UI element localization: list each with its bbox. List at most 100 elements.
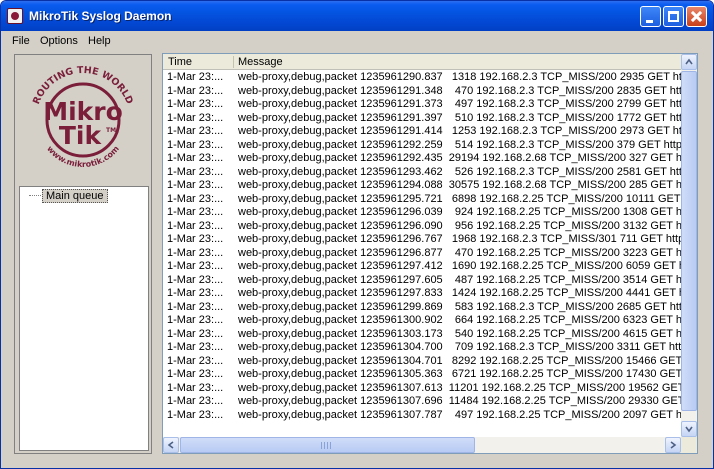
row-time: 1-Mar 23:... bbox=[167, 327, 224, 340]
table-row[interactable]: 1-Mar 23:... web-proxy,debug,packet 12359… bbox=[163, 179, 681, 193]
app-window: MikroTik Syslog Daemon File Options Help… bbox=[0, 0, 714, 469]
row-message: web-proxy,debug,packet 1235961299.869 58… bbox=[238, 300, 681, 313]
column-header-time[interactable]: Time bbox=[168, 56, 192, 68]
chevron-down-icon bbox=[685, 426, 693, 433]
table-row[interactable]: 1-Mar 23:... web-proxy,debug,packet 12359… bbox=[163, 301, 681, 315]
row-time: 1-Mar 23:... bbox=[167, 192, 224, 205]
menu-bar: File Options Help bbox=[1, 31, 713, 51]
table-row[interactable]: 1-Mar 23:... web-proxy,debug,packet 12359… bbox=[163, 166, 681, 180]
row-time: 1-Mar 23:... bbox=[167, 260, 224, 272]
scroll-up-button[interactable] bbox=[681, 54, 697, 70]
row-time: 1-Mar 23:... bbox=[167, 354, 224, 367]
table-row[interactable]: 1-Mar 23:... web-proxy,debug,packet 12359… bbox=[163, 71, 681, 85]
row-message: web-proxy,debug,packet 1235961307.787 49… bbox=[238, 408, 681, 421]
table-row[interactable]: 1-Mar 23:... web-proxy,debug,packet 12359… bbox=[163, 152, 681, 166]
table-row[interactable]: 1-Mar 23:... web-proxy,debug,packet 12359… bbox=[163, 382, 681, 396]
row-time: 1-Mar 23:... bbox=[167, 111, 224, 124]
scroll-right-button[interactable] bbox=[665, 437, 681, 453]
row-time: 1-Mar 23:... bbox=[167, 287, 224, 299]
table-row[interactable]: 1-Mar 23:... web-proxy,debug,packet 12359… bbox=[163, 274, 681, 288]
row-time: 1-Mar 23:... bbox=[167, 300, 224, 313]
row-message: web-proxy,debug,packet 1235961304.701 82… bbox=[238, 354, 681, 367]
row-time: 1-Mar 23:... bbox=[167, 219, 224, 232]
app-icon[interactable] bbox=[7, 8, 23, 24]
title-bar[interactable]: MikroTik Syslog Daemon bbox=[1, 1, 713, 31]
table-row[interactable]: 1-Mar 23:... web-proxy,debug,packet 12359… bbox=[163, 220, 681, 234]
table-row[interactable]: 1-Mar 23:... web-proxy,debug,packet 12359… bbox=[163, 193, 681, 207]
row-message: web-proxy,debug,packet 1235961305.363 67… bbox=[238, 368, 681, 380]
table-row[interactable]: 1-Mar 23:... web-proxy,debug,packet 12359… bbox=[163, 355, 681, 369]
close-button[interactable] bbox=[686, 6, 707, 27]
menu-options[interactable]: Options bbox=[40, 35, 78, 47]
row-message: web-proxy,debug,packet 1235961307.613 11… bbox=[238, 381, 681, 394]
row-time: 1-Mar 23:... bbox=[167, 179, 224, 191]
vertical-scroll-thumb[interactable] bbox=[681, 71, 697, 411]
table-row[interactable]: 1-Mar 23:... web-proxy,debug,packet 12359… bbox=[163, 328, 681, 342]
menu-file[interactable]: File bbox=[12, 35, 30, 47]
minimize-icon bbox=[646, 20, 653, 23]
queue-tree[interactable]: Main queue bbox=[19, 186, 149, 451]
row-time: 1-Mar 23:... bbox=[167, 368, 224, 380]
table-row[interactable]: 1-Mar 23:... web-proxy,debug,packet 12359… bbox=[163, 85, 681, 99]
row-time: 1-Mar 23:... bbox=[167, 408, 224, 421]
table-row[interactable]: 1-Mar 23:... web-proxy,debug,packet 12359… bbox=[163, 98, 681, 112]
mikrotik-logo: ROUTING THE WORLD www.mikrotik.com Mikro… bbox=[16, 56, 150, 184]
row-time: 1-Mar 23:... bbox=[167, 71, 224, 83]
table-row[interactable]: 1-Mar 23:... web-proxy,debug,packet 12359… bbox=[163, 233, 681, 247]
row-time: 1-Mar 23:... bbox=[167, 381, 224, 394]
row-message: web-proxy,debug,packet 1235961300.902 66… bbox=[238, 314, 681, 326]
table-row[interactable]: 1-Mar 23:... web-proxy,debug,packet 12359… bbox=[163, 395, 681, 409]
row-message: web-proxy,debug,packet 1235961296.767 19… bbox=[238, 233, 681, 245]
tree-item-main-queue[interactable]: Main queue bbox=[42, 189, 108, 203]
row-time: 1-Mar 23:... bbox=[167, 206, 224, 218]
row-time: 1-Mar 23:... bbox=[167, 125, 224, 137]
grip-icon bbox=[321, 442, 331, 449]
maximize-button[interactable] bbox=[663, 6, 684, 27]
row-time: 1-Mar 23:... bbox=[167, 273, 224, 286]
row-message: web-proxy,debug,packet 1235961304.700 70… bbox=[238, 341, 681, 353]
table-row[interactable]: 1-Mar 23:... web-proxy,debug,packet 12359… bbox=[163, 125, 681, 139]
logo-tm: TM bbox=[106, 127, 116, 134]
horizontal-scrollbar[interactable] bbox=[163, 437, 681, 453]
row-message: web-proxy,debug,packet 1235961292.259 51… bbox=[238, 138, 681, 151]
row-message: web-proxy,debug,packet 1235961291.397 51… bbox=[238, 111, 681, 124]
table-row[interactable]: 1-Mar 23:... web-proxy,debug,packet 12359… bbox=[163, 247, 681, 261]
close-icon bbox=[687, 7, 706, 26]
left-pane: ROUTING THE WORLD www.mikrotik.com Mikro… bbox=[14, 54, 152, 454]
row-message: web-proxy,debug,packet 1235961296.877 47… bbox=[238, 246, 681, 259]
table-row[interactable]: 1-Mar 23:... web-proxy,debug,packet 12359… bbox=[163, 260, 681, 274]
row-time: 1-Mar 23:... bbox=[167, 395, 224, 407]
row-message: web-proxy,debug,packet 1235961297.605 48… bbox=[238, 273, 681, 286]
table-row[interactable]: 1-Mar 23:... web-proxy,debug,packet 12359… bbox=[163, 206, 681, 220]
row-time: 1-Mar 23:... bbox=[167, 341, 224, 353]
menu-help[interactable]: Help bbox=[88, 35, 111, 47]
row-time: 1-Mar 23:... bbox=[167, 152, 224, 164]
log-list[interactable]: Time Message 1-Mar 23:... web-proxy,debug… bbox=[162, 53, 698, 454]
column-separator[interactable] bbox=[233, 56, 234, 68]
row-message: web-proxy,debug,packet 1235961292.435 29… bbox=[238, 152, 681, 164]
row-message: web-proxy,debug,packet 1235961290.837 13… bbox=[238, 71, 681, 83]
table-row[interactable]: 1-Mar 23:... web-proxy,debug,packet 12359… bbox=[163, 139, 681, 153]
table-row[interactable]: 1-Mar 23:... web-proxy,debug,packet 12359… bbox=[163, 341, 681, 355]
row-time: 1-Mar 23:... bbox=[167, 314, 224, 326]
scroll-down-button[interactable] bbox=[681, 421, 697, 437]
row-message: web-proxy,debug,packet 1235961296.039 92… bbox=[238, 206, 681, 218]
row-time: 1-Mar 23:... bbox=[167, 98, 224, 110]
minimize-button[interactable] bbox=[640, 6, 661, 27]
row-time: 1-Mar 23:... bbox=[167, 246, 224, 259]
scroll-left-button[interactable] bbox=[163, 437, 179, 453]
row-message: web-proxy,debug,packet 1235961307.696 11… bbox=[238, 395, 681, 407]
table-row[interactable]: 1-Mar 23:... web-proxy,debug,packet 12359… bbox=[163, 112, 681, 126]
tree-connector bbox=[29, 195, 41, 196]
table-row[interactable]: 1-Mar 23:... web-proxy,debug,packet 12359… bbox=[163, 409, 681, 423]
horizontal-scroll-thumb[interactable] bbox=[180, 437, 475, 453]
vertical-scrollbar[interactable] bbox=[681, 54, 697, 437]
table-row[interactable]: 1-Mar 23:... web-proxy,debug,packet 12359… bbox=[163, 287, 681, 301]
column-header-message[interactable]: Message bbox=[238, 56, 283, 68]
row-message: web-proxy,debug,packet 1235961295.721 68… bbox=[238, 192, 681, 205]
table-row[interactable]: 1-Mar 23:... web-proxy,debug,packet 12359… bbox=[163, 368, 681, 382]
scroll-corner bbox=[681, 437, 697, 453]
table-row[interactable]: 1-Mar 23:... web-proxy,debug,packet 12359… bbox=[163, 314, 681, 328]
chevron-left-icon bbox=[167, 441, 174, 449]
row-message: web-proxy,debug,packet 1235961294.088 30… bbox=[238, 179, 681, 191]
